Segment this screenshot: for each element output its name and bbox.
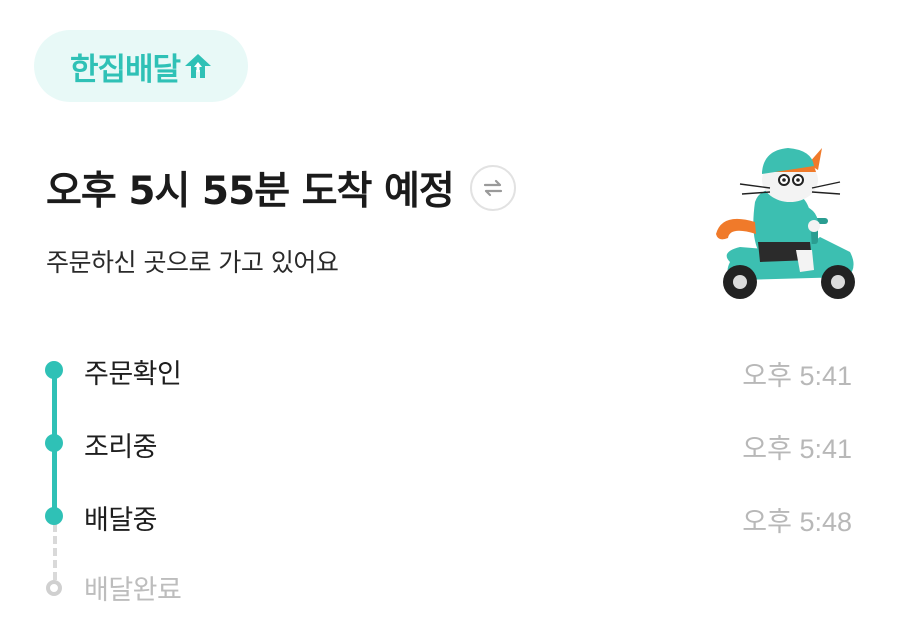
delivery-progress-timeline: 주문확인 오후 5:41 조리중 오후 5:41 배달중 오후 5:48 배달완… bbox=[0, 0, 900, 638]
step-time-delivering: 오후 5:48 bbox=[742, 507, 852, 537]
step-label-order-confirmed: 주문확인 bbox=[84, 359, 182, 390]
step-time-cooking: 오후 5:41 bbox=[742, 434, 852, 464]
delivery-status-page: 한집배달 오후 5시 55분 도착 예정 주문하신 곳으로 가고 있어요 주문확… bbox=[0, 0, 900, 638]
step-dot-order-confirmed bbox=[45, 361, 63, 379]
step-label-delivered: 배달완료 bbox=[84, 575, 182, 606]
step-time-order-confirmed: 오후 5:41 bbox=[742, 361, 852, 391]
timeline-track-pending bbox=[53, 524, 57, 580]
step-dot-delivered bbox=[46, 580, 62, 596]
step-label-cooking: 조리중 bbox=[84, 432, 158, 463]
step-dot-cooking bbox=[45, 434, 63, 452]
step-dot-delivering bbox=[45, 507, 63, 525]
step-label-delivering: 배달중 bbox=[84, 505, 158, 536]
